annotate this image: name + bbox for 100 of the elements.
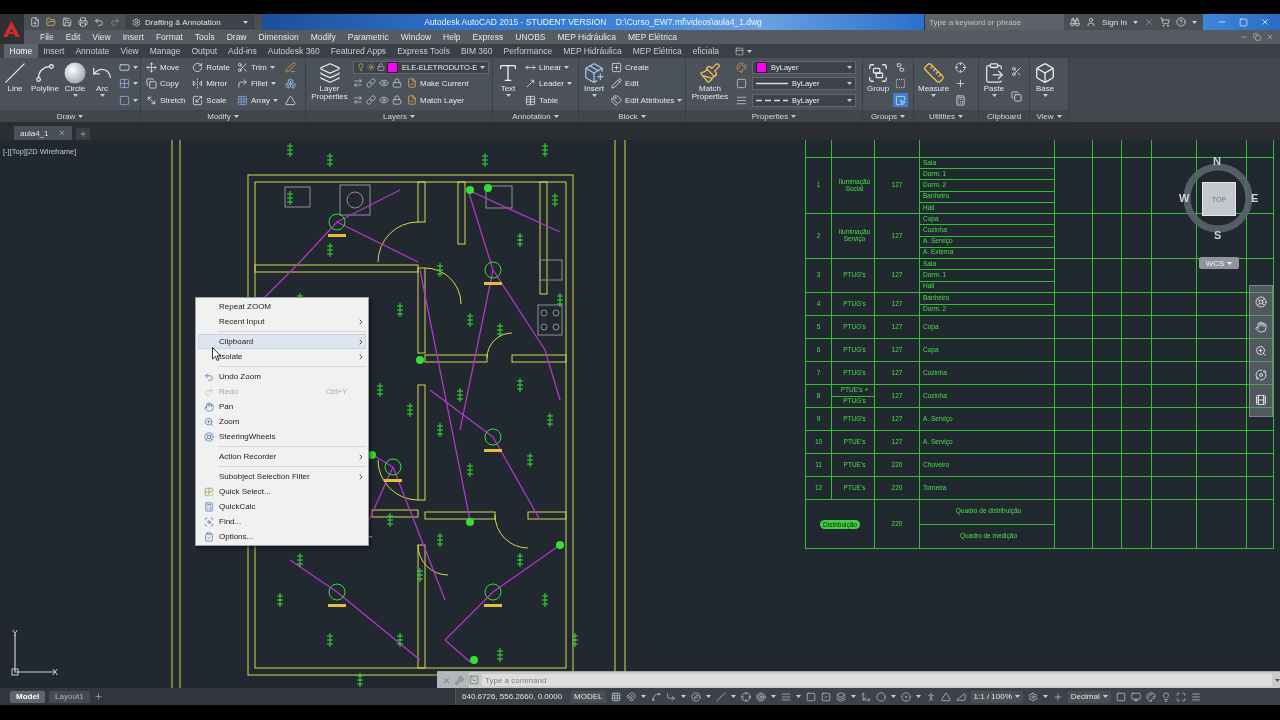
- close-icon[interactable]: [1266, 33, 1274, 41]
- panel-icon[interactable]: [734, 46, 744, 56]
- file-tab[interactable]: aula4_1: [14, 126, 73, 140]
- crosshair-icon[interactable]: [740, 691, 751, 702]
- model-space-button[interactable]: MODEL: [571, 690, 606, 703]
- restore-icon[interactable]: [1253, 33, 1261, 41]
- lines-icon[interactable]: [780, 691, 791, 702]
- target-icon[interactable]: [755, 691, 766, 702]
- redo-arrow-icon[interactable]: [110, 17, 120, 27]
- large-tool-button[interactable]: Arc: [90, 60, 114, 108]
- layout-tab[interactable]: Model: [10, 690, 46, 703]
- context-menu-item[interactable]: Find...: [198, 514, 366, 529]
- save-icon[interactable]: [62, 17, 72, 27]
- lock-icon[interactable]: [392, 78, 402, 89]
- tool-button[interactable]: Match Layer: [405, 93, 467, 108]
- large-tool-button[interactable]: Base: [1033, 60, 1057, 108]
- binoculars-icon[interactable]: [1070, 17, 1081, 27]
- tool-button[interactable]: Mirror: [190, 77, 232, 91]
- undo-arrow-icon[interactable]: [94, 17, 104, 27]
- large-tool-button[interactable]: Text: [496, 60, 520, 108]
- lock-icon[interactable]: [392, 95, 402, 106]
- menu-item[interactable]: Edit: [59, 32, 87, 42]
- compass-icon[interactable]: [690, 691, 701, 702]
- compass-letter[interactable]: N: [1213, 155, 1221, 167]
- compass-letter[interactable]: W: [1179, 192, 1190, 204]
- ribbon-tab[interactable]: Manage: [144, 44, 186, 58]
- tool-button[interactable]: Leader: [523, 77, 574, 91]
- menu-item[interactable]: Express: [466, 32, 510, 42]
- close-cross-icon[interactable]: [1144, 17, 1154, 27]
- lifebuoy-icon[interactable]: [1255, 296, 1267, 309]
- large-tool-button[interactable]: Match Properties: [689, 60, 731, 108]
- tool-button[interactable]: Scale: [190, 93, 232, 108]
- ribbon-tab[interactable]: Autodesk 360: [262, 44, 326, 58]
- tool-button[interactable]: Copy: [144, 77, 188, 91]
- ribbon-tab[interactable]: Performance: [498, 44, 558, 58]
- square-icon[interactable]: [1115, 691, 1126, 702]
- layout-tab[interactable]: Layout1: [49, 690, 90, 703]
- close-icon[interactable]: [1260, 17, 1270, 27]
- large-tool-button[interactable]: Line: [3, 60, 27, 108]
- icon-button[interactable]: [953, 60, 969, 75]
- plus-icon[interactable]: [93, 692, 103, 701]
- menu-item[interactable]: Dimension: [252, 32, 305, 42]
- context-menu-item[interactable]: Undo Zoom: [198, 369, 366, 384]
- large-tool-button[interactable]: Measure: [917, 60, 951, 108]
- close-icon[interactable]: [58, 129, 67, 137]
- menu-item[interactable]: MEP Elétrica: [621, 32, 683, 42]
- toggle-button[interactable]: [893, 93, 909, 108]
- compass-letter[interactable]: E: [1251, 192, 1259, 204]
- triangle-icon[interactable]: [940, 691, 951, 702]
- search-field[interactable]: Type a keyword or phrase: [924, 14, 1065, 30]
- panel-title-button[interactable]: Draw: [0, 110, 140, 122]
- menu-item[interactable]: File: [34, 32, 60, 42]
- ribbon-tab[interactable]: MEP Elétrica: [627, 44, 688, 58]
- plus-icon[interactable]: [1052, 691, 1063, 702]
- compass-letter[interactable]: S: [1214, 229, 1222, 241]
- menu-item[interactable]: Draw: [220, 32, 253, 42]
- tool-button[interactable]: Create: [609, 60, 685, 75]
- context-menu-item[interactable]: Repeat ZOOM: [198, 299, 366, 314]
- tool-button[interactable]: Fillet: [234, 77, 281, 91]
- tool-button[interactable]: Stretch: [144, 93, 188, 108]
- eye-icon[interactable]: [379, 95, 389, 106]
- panel-title-button[interactable]: Utilities: [914, 110, 978, 122]
- ribbon-tab[interactable]: MEP Hidráulica: [557, 44, 628, 58]
- maximize-icon[interactable]: [1175, 691, 1186, 702]
- context-menu-item[interactable]: Recent Input: [198, 314, 366, 329]
- context-menu-item[interactable]: Zoom: [198, 414, 366, 429]
- icon-button[interactable]: [117, 93, 140, 108]
- annotation-scale-button[interactable]: 1:1 / 100%: [970, 690, 1023, 703]
- menu-icon[interactable]: [1190, 691, 1201, 702]
- ribbon-tab[interactable]: Annotate: [69, 44, 115, 58]
- curve-icon[interactable]: [650, 691, 661, 702]
- gear-icon[interactable]: [1027, 691, 1038, 702]
- layers-icon[interactable]: [835, 691, 846, 702]
- menu-item[interactable]: Window: [394, 32, 438, 42]
- ribbon-tab[interactable]: Add-ins: [222, 44, 263, 58]
- wrench-icon[interactable]: [455, 675, 464, 685]
- context-menu-item[interactable]: QuickCalc: [198, 499, 366, 514]
- large-tool-button[interactable]: Circle: [63, 60, 87, 108]
- application-menu-button[interactable]: [0, 14, 24, 44]
- panel-title-button[interactable]: Clipboard: [979, 110, 1029, 122]
- printer-icon[interactable]: [78, 17, 88, 27]
- icon-button[interactable]: [283, 77, 299, 91]
- help-icon[interactable]: [1176, 17, 1186, 27]
- folder-icon[interactable]: [46, 17, 56, 27]
- tool-button[interactable]: Edit: [609, 77, 685, 91]
- magnet-icon[interactable]: [625, 691, 636, 702]
- ribbon-tab[interactable]: Home: [4, 44, 38, 58]
- cart-icon[interactable]: [1160, 17, 1170, 27]
- eye-icon[interactable]: [379, 78, 389, 89]
- menu-item[interactable]: Modify: [304, 32, 342, 42]
- panel-title-button[interactable]: Layers: [306, 110, 492, 122]
- ribbon-tab[interactable]: View: [115, 44, 145, 58]
- corner-icon[interactable]: [665, 691, 676, 702]
- tool-button[interactable]: Make Current: [405, 76, 471, 91]
- command-input[interactable]: Type a command: [482, 674, 1272, 686]
- tool-button[interactable]: Move: [144, 60, 188, 75]
- monitor-icon[interactable]: [1130, 691, 1141, 702]
- new-tab-button[interactable]: [76, 128, 91, 140]
- icon-button[interactable]: [734, 77, 749, 91]
- sign-in-button[interactable]: Sign In: [1102, 17, 1127, 27]
